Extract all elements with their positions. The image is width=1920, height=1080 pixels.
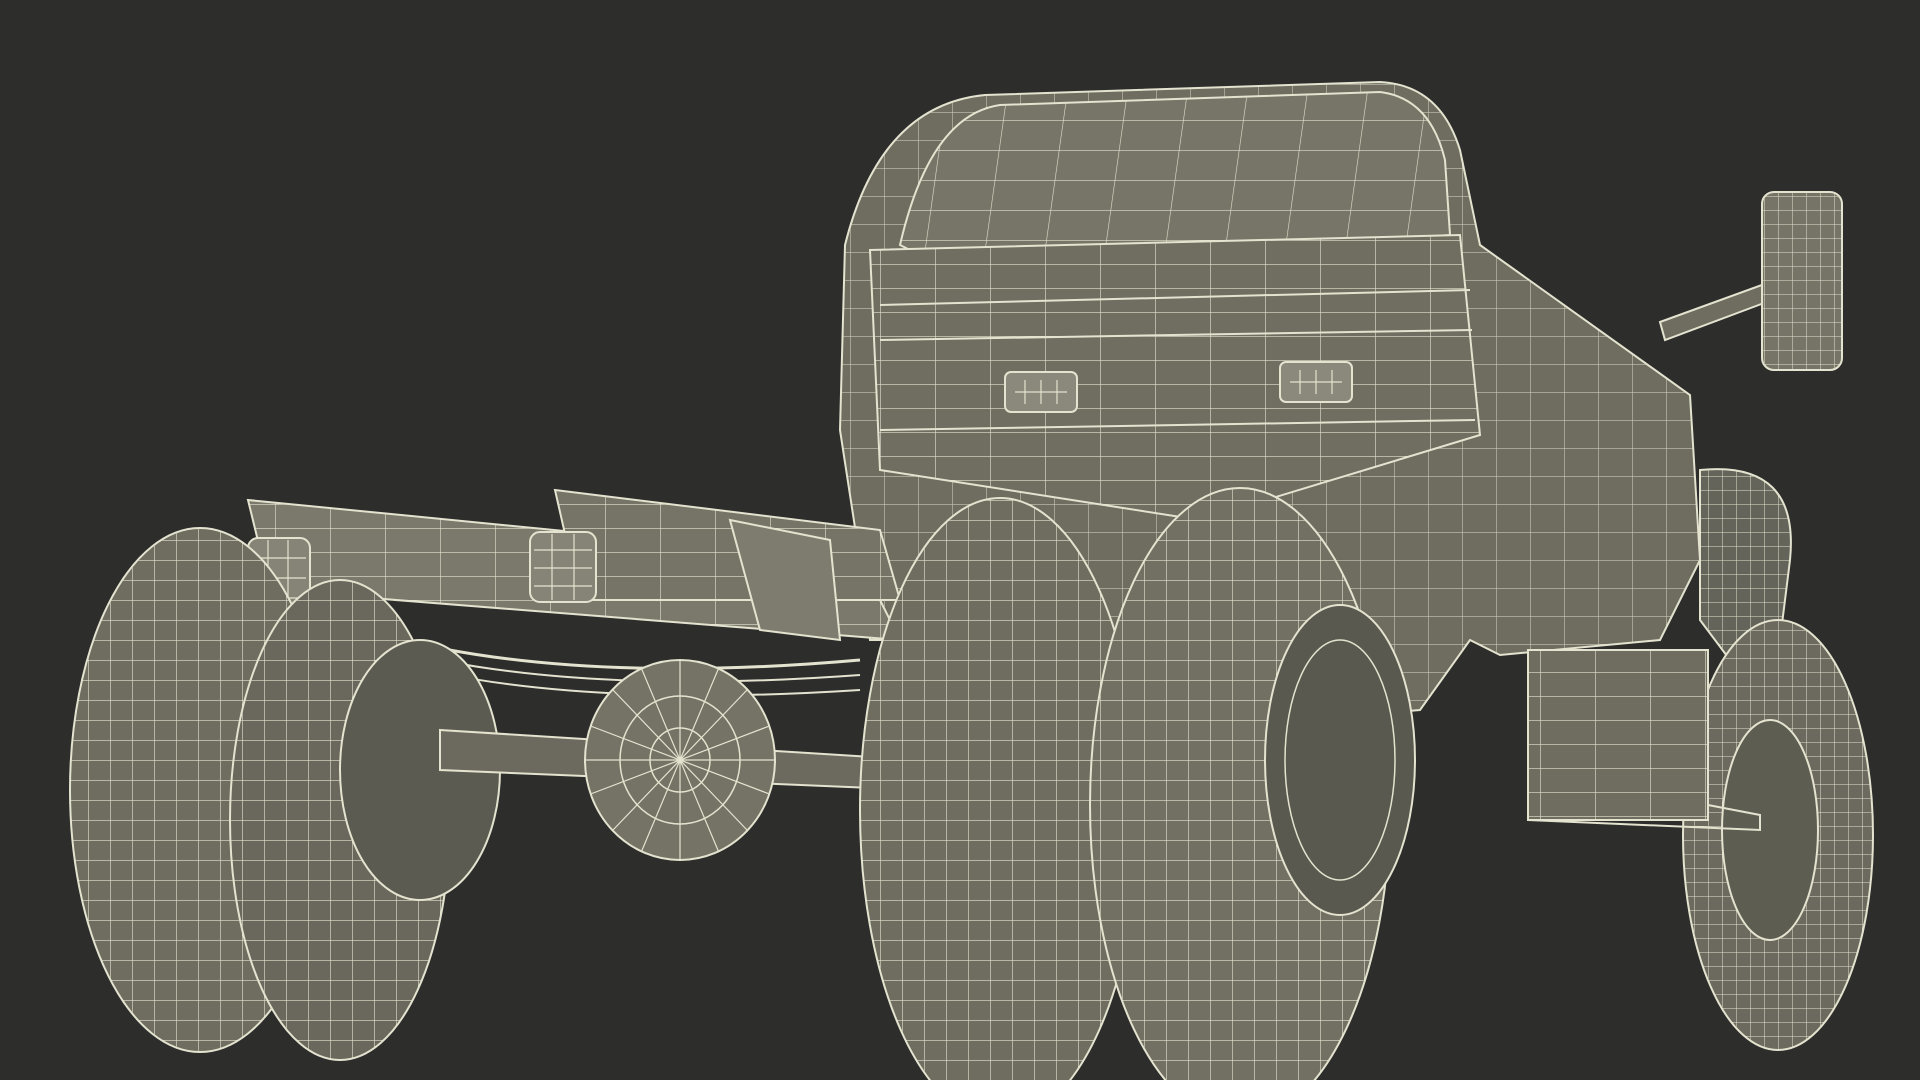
tail-lamp-right [1279,361,1353,403]
side-mirror [1658,191,1843,371]
truck-wireframe-model [69,80,1874,1080]
render-viewport [0,0,1920,1080]
frame-lamp-right [529,531,597,603]
front-right-wheel [1682,619,1874,1051]
differential-cover [584,659,776,861]
tail-lamp-left [1004,371,1078,413]
rear-left-inner-tire [229,579,501,1061]
